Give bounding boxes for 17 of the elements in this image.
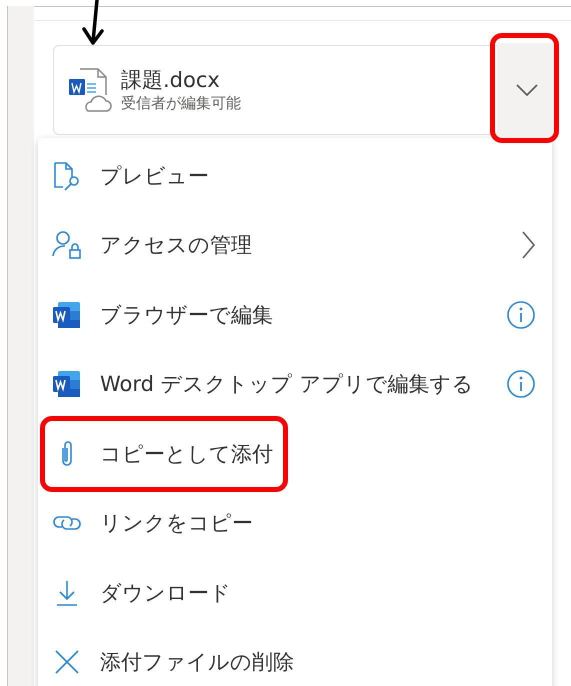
- menu-item[interactable]: アクセスの管理: [52, 230, 252, 260]
- menu-item[interactable]: リンクをコピー: [52, 508, 253, 538]
- menu-item[interactable]: Word デスクトップ アプリで編集する: [52, 369, 474, 400]
- word-document-icon: [52, 369, 82, 400]
- attachment-card[interactable]: 課題.docx 受信者が編集可能: [53, 45, 555, 135]
- menu-item[interactable]: ダウンロード: [52, 578, 231, 608]
- word-document-icon: [52, 300, 82, 330]
- chevron-down-icon: [515, 83, 539, 97]
- menu-item[interactable]: コピーとして添付: [52, 438, 273, 469]
- person-lock-icon: [52, 230, 82, 260]
- menu-item[interactable]: ブラウザーで編集: [52, 300, 273, 330]
- permission-label: 受信者が編集可能: [121, 93, 242, 113]
- menu-item[interactable]: 添付ファイルの削除: [52, 647, 294, 678]
- menu-item[interactable]: プレビュー: [52, 160, 209, 191]
- file-name: 課題.docx: [121, 67, 221, 93]
- cloud-document-icon: [68, 67, 112, 113]
- dropdown-button[interactable]: [497, 43, 557, 137]
